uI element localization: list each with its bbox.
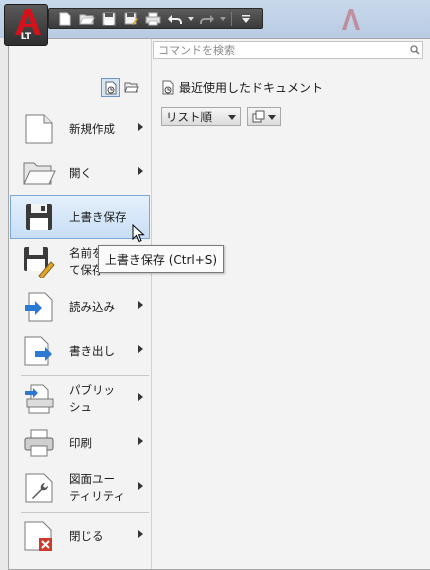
open-documents-toggle[interactable] (122, 78, 141, 97)
menu-item-label: 読み込み (69, 299, 115, 314)
toolbar-separator (231, 11, 232, 26)
mouse-cursor-icon (132, 224, 145, 243)
undo-icon[interactable] (165, 10, 185, 27)
menu-item-open[interactable]: 開く (11, 151, 149, 195)
recent-documents-icon (162, 80, 174, 95)
search-icon[interactable] (408, 42, 422, 58)
submenu-arrow-icon (138, 345, 143, 353)
import-icon (19, 287, 59, 327)
undo-dropdown-icon[interactable] (187, 10, 195, 27)
sort-order-dropdown[interactable]: リスト順 (161, 107, 241, 126)
menu-item-drawing-utilities[interactable]: 図面ユー ティリティ (11, 466, 149, 510)
view-mode-dropdown[interactable] (247, 107, 281, 126)
submenu-arrow-icon (138, 437, 143, 445)
close-document-icon (19, 516, 59, 556)
submenu-arrow-icon (138, 301, 143, 309)
application-menu-button[interactable]: LT (4, 4, 48, 46)
chevron-down-icon (268, 115, 276, 120)
submenu-arrow-icon (138, 393, 143, 401)
command-search-box (153, 41, 423, 59)
quick-access-toolbar (48, 8, 263, 29)
save-tooltip: 上書き保存 (Ctrl+S) (98, 245, 224, 273)
menu-item-publish[interactable]: パブリッ シュ (11, 377, 149, 421)
submenu-arrow-icon (138, 482, 143, 490)
menu-item-label: 上書き保存 (69, 209, 127, 224)
menu-divider (21, 512, 149, 513)
recent-documents-header: 最近使用したドキュメント (161, 79, 323, 96)
menu-item-label: 開く (69, 165, 92, 180)
open-documents-icon (124, 82, 139, 93)
title-bar: LT (0, 0, 430, 46)
save-as-icon (19, 242, 59, 282)
drawing-utilities-icon (19, 468, 59, 508)
menu-item-label: 閉じる (69, 528, 104, 543)
new-document-icon (19, 109, 59, 149)
menu-item-new[interactable]: 新規作成 (11, 107, 149, 151)
menu-item-label: 図面ユー ティリティ (69, 472, 126, 503)
menu-item-print[interactable]: 印刷 (11, 421, 149, 465)
menu-divider (21, 375, 149, 376)
application-menu: 新規作成 開く 上書き保存 名前を付 て保存 読み込み (8, 38, 430, 570)
recent-documents-title: 最近使用したドキュメント (179, 81, 324, 95)
menu-item-import[interactable]: 読み込み (11, 285, 149, 329)
menu-item-label: パブリッ シュ (69, 383, 115, 414)
print-icon[interactable] (143, 10, 163, 27)
command-search-input[interactable] (154, 42, 408, 58)
menu-item-save[interactable]: 上書き保存 (10, 195, 150, 239)
print-icon (19, 423, 59, 463)
customize-toolbar-icon[interactable] (236, 10, 256, 27)
save-icon[interactable] (99, 10, 119, 27)
publish-icon (19, 379, 59, 419)
open-icon[interactable] (77, 10, 97, 27)
menu-view-toggles (101, 78, 141, 97)
save-icon (19, 197, 59, 237)
menu-item-export[interactable]: 書き出し (11, 329, 149, 373)
sort-order-value: リスト順 (166, 109, 212, 124)
new-icon[interactable] (55, 10, 75, 27)
submenu-arrow-icon (138, 167, 143, 175)
menu-item-label: 印刷 (69, 435, 92, 450)
chevron-down-icon (228, 115, 236, 120)
export-icon (19, 331, 59, 371)
background-logo-icon (342, 9, 360, 30)
menu-item-close[interactable]: 閉じる (11, 514, 149, 558)
recent-documents-toggle[interactable] (101, 78, 120, 97)
submenu-arrow-icon (138, 123, 143, 131)
saveas-icon[interactable] (121, 10, 141, 27)
menu-item-label: 新規作成 (69, 121, 115, 136)
app-edition-badge: LT (20, 32, 32, 42)
redo-dropdown-icon[interactable] (219, 10, 227, 27)
open-folder-icon (19, 153, 59, 193)
submenu-arrow-icon (138, 530, 143, 538)
view-mode-icon (252, 110, 265, 123)
menu-item-label: 書き出し (69, 343, 115, 358)
recent-documents-icon (105, 81, 116, 94)
redo-icon[interactable] (197, 10, 217, 27)
